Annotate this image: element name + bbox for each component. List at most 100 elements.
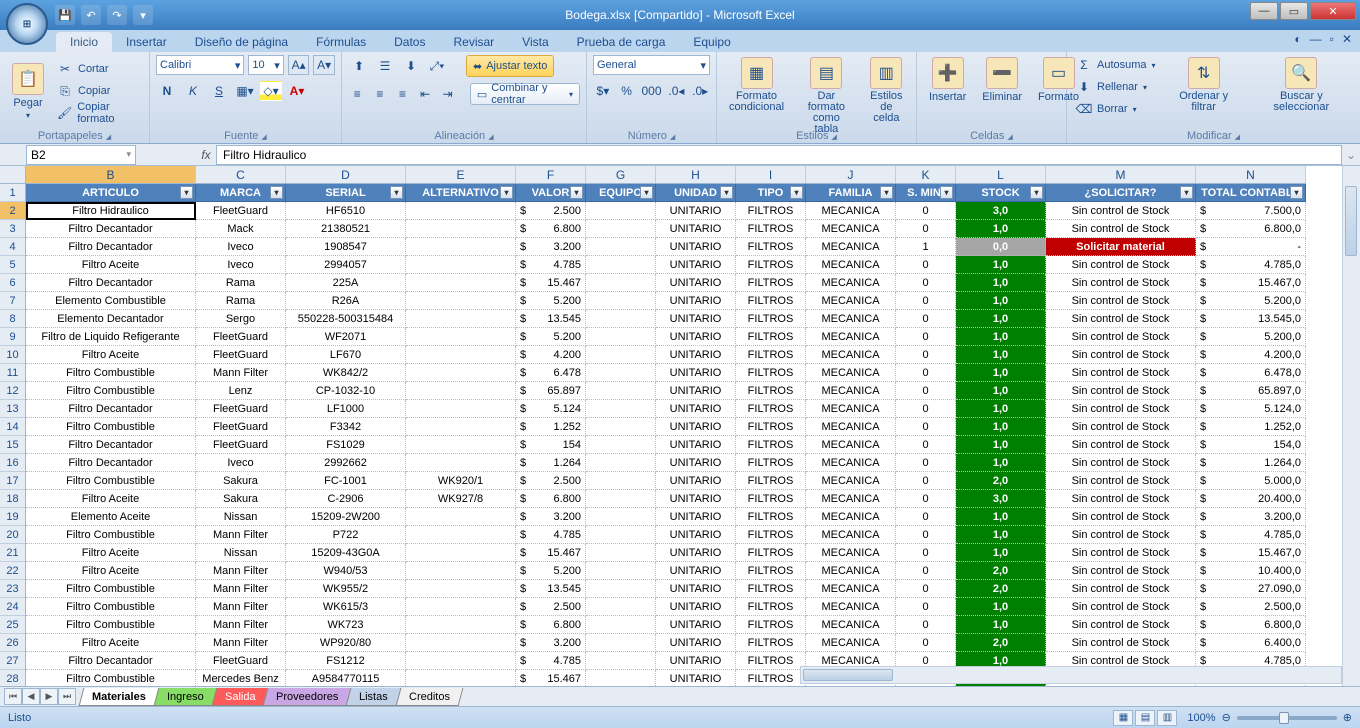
align-right-button[interactable]: ≡: [393, 84, 412, 104]
cell[interactable]: Filtro Aceite: [26, 256, 196, 274]
cell[interactable]: Filtro Decantador: [26, 454, 196, 472]
cell[interactable]: 0: [896, 436, 956, 454]
cell[interactable]: [586, 454, 656, 472]
cell[interactable]: MECANICA: [806, 310, 896, 328]
cell[interactable]: MECANICA: [806, 256, 896, 274]
cell[interactable]: [406, 418, 516, 436]
cell[interactable]: [406, 580, 516, 598]
border-button[interactable]: ▦▾: [234, 81, 256, 101]
cell[interactable]: Sin control de Stock: [1046, 364, 1196, 382]
col-header-J[interactable]: J: [806, 166, 896, 183]
cell[interactable]: 0: [896, 292, 956, 310]
formula-input[interactable]: Filtro Hidraulico: [216, 145, 1342, 165]
expand-formula-icon[interactable]: ⌄: [1342, 148, 1360, 162]
zoom-in-icon[interactable]: ⊕: [1343, 711, 1352, 724]
cell[interactable]: UNITARIO: [656, 202, 736, 220]
cell[interactable]: $3.200,0: [1196, 508, 1306, 526]
cell[interactable]: WK723: [286, 616, 406, 634]
copiar-formato-button[interactable]: 🖌Copiar formato: [54, 103, 143, 123]
cell[interactable]: FS1029: [286, 436, 406, 454]
col-header-G[interactable]: G: [586, 166, 656, 183]
cell[interactable]: FILTROS: [736, 256, 806, 274]
cell[interactable]: 1,0: [956, 400, 1046, 418]
col-header-C[interactable]: C: [196, 166, 286, 183]
cell[interactable]: 1,0: [956, 382, 1046, 400]
align-top-button[interactable]: ⬆: [348, 56, 370, 76]
font-color-button[interactable]: A▾: [286, 81, 308, 101]
cell[interactable]: $2.500: [516, 598, 586, 616]
table-header[interactable]: EQUIPO▾: [586, 184, 656, 202]
cell[interactable]: UNITARIO: [656, 580, 736, 598]
cell[interactable]: [586, 544, 656, 562]
cell[interactable]: $5.200: [516, 562, 586, 580]
cell[interactable]: [586, 526, 656, 544]
sheet-tab-salida[interactable]: Salida: [211, 688, 268, 706]
cell[interactable]: Filtro Combustible: [26, 472, 196, 490]
row-header-26[interactable]: 26: [0, 634, 25, 652]
cell[interactable]: 1,0: [956, 616, 1046, 634]
filter-dropdown-icon[interactable]: ▾: [390, 186, 403, 199]
cell[interactable]: $5.124: [516, 400, 586, 418]
cell[interactable]: Filtro Decantador: [26, 436, 196, 454]
cell[interactable]: $154,0: [1196, 436, 1306, 454]
cell[interactable]: $4.785: [516, 526, 586, 544]
cell[interactable]: UNITARIO: [656, 562, 736, 580]
cell[interactable]: $6.800: [516, 616, 586, 634]
cell[interactable]: MECANICA: [806, 418, 896, 436]
cell[interactable]: $15.467: [516, 544, 586, 562]
cell[interactable]: FILTROS: [736, 274, 806, 292]
cell[interactable]: $1.252,0: [1196, 418, 1306, 436]
cell[interactable]: 1,0: [956, 220, 1046, 238]
filter-dropdown-icon[interactable]: ▾: [720, 186, 733, 199]
cell[interactable]: Filtro Decantador: [26, 652, 196, 670]
cell[interactable]: WK927/8: [406, 490, 516, 508]
row-header-7[interactable]: 7: [0, 292, 25, 310]
borrar-button[interactable]: ⌫Borrar▾: [1073, 99, 1159, 119]
cell[interactable]: 1,0: [956, 346, 1046, 364]
cell[interactable]: Sin control de Stock: [1046, 490, 1196, 508]
row-header-6[interactable]: 6: [0, 274, 25, 292]
cell[interactable]: Sin control de Stock: [1046, 472, 1196, 490]
spreadsheet-grid[interactable]: BCDEFGHIJKLMN 12345678910111213141516171…: [0, 166, 1360, 696]
cell[interactable]: MECANICA: [806, 238, 896, 256]
cell[interactable]: FILTROS: [736, 580, 806, 598]
filter-dropdown-icon[interactable]: ▾: [1030, 186, 1043, 199]
cell[interactable]: $1.264: [516, 454, 586, 472]
cell[interactable]: $4.200,0: [1196, 346, 1306, 364]
cell[interactable]: $65.897: [516, 382, 586, 400]
cell[interactable]: 2992662: [286, 454, 406, 472]
cell[interactable]: Filtro Combustible: [26, 598, 196, 616]
formato-condicional-button[interactable]: ▦Formato condicional: [723, 55, 790, 115]
cell[interactable]: $7.500,0: [1196, 202, 1306, 220]
tab-vista[interactable]: Vista: [508, 32, 562, 52]
cell[interactable]: Elemento Decantador: [26, 310, 196, 328]
cell[interactable]: $4.200: [516, 346, 586, 364]
tab-diseño-de-página[interactable]: Diseño de página: [181, 32, 302, 52]
cell[interactable]: FILTROS: [736, 616, 806, 634]
cell[interactable]: Iveco: [196, 256, 286, 274]
cell[interactable]: Iveco: [196, 454, 286, 472]
cell[interactable]: [406, 310, 516, 328]
filter-dropdown-icon[interactable]: ▾: [270, 186, 283, 199]
table-header[interactable]: SERIAL▾: [286, 184, 406, 202]
dec-dec-button[interactable]: .0▸: [690, 81, 710, 101]
row-header-19[interactable]: 19: [0, 508, 25, 526]
cell[interactable]: [586, 562, 656, 580]
row-header-23[interactable]: 23: [0, 580, 25, 598]
size-select[interactable]: 10▾: [248, 55, 283, 75]
cell[interactable]: [406, 256, 516, 274]
sheet-tab-listas[interactable]: Listas: [346, 688, 402, 706]
cells-area[interactable]: ARTICULO▾MARCA▾SERIAL▾ALTERNATIVO▾VALOR▾…: [26, 184, 1306, 688]
ribbon-min-icon[interactable]: —: [1310, 32, 1322, 46]
cell[interactable]: Solicitar material: [1046, 238, 1196, 256]
cell[interactable]: [406, 238, 516, 256]
col-header-H[interactable]: H: [656, 166, 736, 183]
percent-button[interactable]: %: [617, 81, 637, 101]
row-header-22[interactable]: 22: [0, 562, 25, 580]
cell[interactable]: WP920/80: [286, 634, 406, 652]
cell[interactable]: 0: [896, 562, 956, 580]
cell[interactable]: Elemento Combustible: [26, 292, 196, 310]
cell[interactable]: $2.500: [516, 202, 586, 220]
cell[interactable]: CP-1032-10: [286, 382, 406, 400]
inc-dec-button[interactable]: .0◂: [667, 81, 687, 101]
